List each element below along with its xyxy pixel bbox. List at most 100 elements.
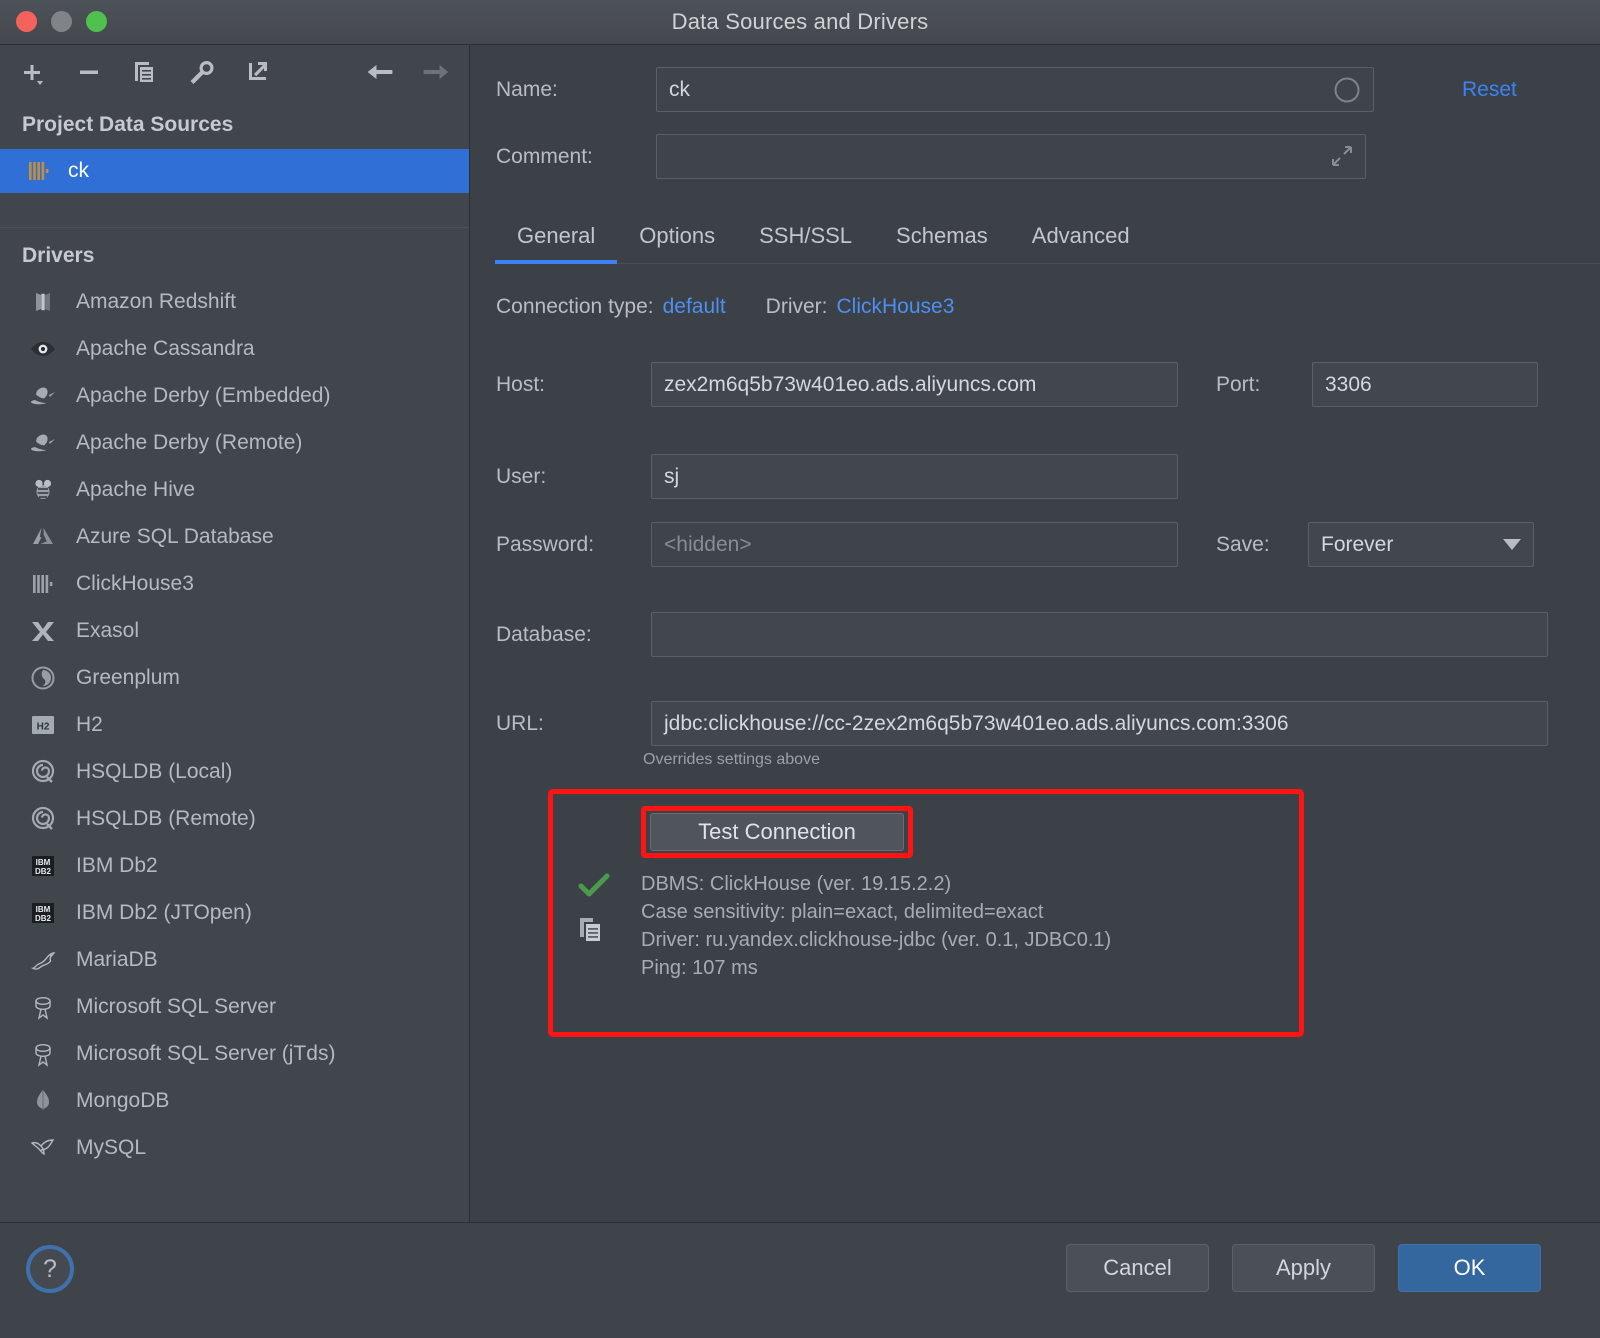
tab-general[interactable]: General xyxy=(495,213,618,264)
driver-list-item-label: Exasol xyxy=(76,618,140,642)
greenplum-icon xyxy=(26,664,60,692)
zoom-window-button[interactable] xyxy=(86,11,107,32)
tab-bar: General Options SSH/SSL Schemas Advanced xyxy=(495,213,1600,264)
mysql-dolphin-icon xyxy=(26,1134,60,1162)
driver-list-item[interactable]: Apache Derby (Remote) xyxy=(0,419,469,466)
ok-button[interactable]: OK xyxy=(1398,1244,1541,1292)
url-hint: Overrides settings above xyxy=(643,751,820,768)
driver-list-item-label: Apache Derby (Remote) xyxy=(76,430,303,454)
driver-list-item-label: MariaDB xyxy=(76,947,158,971)
cassandra-eye-icon xyxy=(26,335,60,363)
driver-list-item-label: Azure SQL Database xyxy=(76,524,274,548)
sidebar-item-ck[interactable]: ck xyxy=(0,149,469,193)
reset-link[interactable]: Reset xyxy=(1462,78,1517,102)
port-input[interactable]: 3306 xyxy=(1312,362,1538,407)
driver-list-item[interactable]: MariaDB xyxy=(0,936,469,983)
user-input[interactable]: sj xyxy=(651,454,1178,499)
driver-list-item[interactable]: Apache Derby (Embedded) xyxy=(0,372,469,419)
exasol-x-icon xyxy=(26,617,60,645)
test-connection-result: DBMS: ClickHouse (ver. 19.15.2.2) Case s… xyxy=(641,870,1111,982)
back-arrow-icon[interactable] xyxy=(365,57,395,87)
h2-icon: H2 xyxy=(26,711,60,739)
driver-list-item[interactable]: Apache Cassandra xyxy=(0,325,469,372)
tab-advanced[interactable]: Advanced xyxy=(1010,213,1152,263)
driver-list-item-label: Apache Cassandra xyxy=(76,336,255,360)
driver-list-item[interactable]: Apache Hive xyxy=(0,466,469,513)
port-label: Port: xyxy=(1216,372,1261,396)
driver-list-item-label: ClickHouse3 xyxy=(76,571,194,595)
help-button[interactable]: ? xyxy=(26,1245,74,1293)
password-label: Password: xyxy=(496,532,595,556)
sidebar-item-label: ck xyxy=(68,159,89,182)
tab-schemas[interactable]: Schemas xyxy=(874,213,1010,263)
save-select-value: Forever xyxy=(1321,532,1394,556)
host-label: Host: xyxy=(496,372,546,396)
host-input[interactable]: zex2m6q5b73w401eo.ads.aliyuncs.com xyxy=(651,362,1178,407)
cancel-button[interactable]: Cancel xyxy=(1066,1244,1209,1292)
add-icon[interactable] xyxy=(18,57,48,87)
driver-list-item-label: HSQLDB (Local) xyxy=(76,759,233,783)
url-input[interactable]: jdbc:clickhouse://cc-2zex2m6q5b73w401eo.… xyxy=(651,701,1548,746)
comment-input[interactable] xyxy=(656,134,1366,179)
driver-list-item[interactable]: MySQL xyxy=(0,1124,469,1171)
host-input-value: zex2m6q5b73w401eo.ads.aliyuncs.com xyxy=(664,372,1037,396)
apply-button[interactable]: Apply xyxy=(1232,1244,1375,1292)
tab-ssh-ssl[interactable]: SSH/SSL xyxy=(737,213,874,263)
result-line-dbms: DBMS: ClickHouse (ver. 19.15.2.2) xyxy=(641,873,952,895)
driver-value[interactable]: ClickHouse3 xyxy=(837,295,955,319)
password-input[interactable]: <hidden> xyxy=(651,522,1178,567)
tab-options[interactable]: Options xyxy=(617,213,737,263)
driver-list-item[interactable]: Exasol xyxy=(0,607,469,654)
driver-list-item[interactable]: HSQLDB (Remote) xyxy=(0,795,469,842)
content-pane: Name: ck Reset Comment: General Options … xyxy=(471,45,1600,1222)
svg-text:DB2: DB2 xyxy=(35,914,52,923)
forward-arrow-icon[interactable] xyxy=(421,57,451,87)
name-label: Name: xyxy=(496,77,558,101)
test-connection-status-icons xyxy=(578,872,618,946)
driver-list-item[interactable]: ClickHouse3 xyxy=(0,560,469,607)
driver-list-item[interactable]: Greenplum xyxy=(0,654,469,701)
window-titlebar: Data Sources and Drivers xyxy=(0,0,1600,45)
minimize-window-button[interactable] xyxy=(51,11,72,32)
driver-list-item[interactable]: Azure SQL Database xyxy=(0,513,469,560)
import-icon[interactable] xyxy=(242,57,272,87)
driver-list-item[interactable]: HSQLDB (Local) xyxy=(0,748,469,795)
copy-result-icon[interactable] xyxy=(578,916,618,946)
expand-icon[interactable] xyxy=(1329,143,1355,169)
url-label: URL: xyxy=(496,711,544,735)
wrench-icon[interactable] xyxy=(186,57,216,87)
driver-list-item[interactable]: IBM DB2 IBM Db2 xyxy=(0,842,469,889)
copy-icon[interactable] xyxy=(130,57,160,87)
save-select[interactable]: Forever xyxy=(1308,522,1534,567)
chevron-down-icon xyxy=(1503,539,1521,551)
hive-bee-icon xyxy=(26,476,60,504)
green-check-icon xyxy=(578,872,618,900)
color-swatch-icon[interactable] xyxy=(1333,76,1361,104)
test-connection-button[interactable]: Test Connection xyxy=(650,813,904,851)
svg-text:IBM: IBM xyxy=(36,858,51,867)
svg-text:IBM: IBM xyxy=(36,905,51,914)
driver-list-item-label: Greenplum xyxy=(76,665,180,689)
connection-type-value[interactable]: default xyxy=(663,295,726,319)
driver-list-item-label: Microsoft SQL Server xyxy=(76,994,276,1018)
driver-list-item-label: Microsoft SQL Server (jTds) xyxy=(76,1041,336,1065)
derby-hat-icon xyxy=(26,429,60,457)
result-line-ping: Ping: 107 ms xyxy=(641,957,758,979)
driver-list-item[interactable]: Microsoft SQL Server xyxy=(0,983,469,1030)
result-line-driver: Driver: ru.yandex.clickhouse-jdbc (ver. … xyxy=(641,929,1112,951)
ibm-db2-icon: IBM DB2 xyxy=(26,852,60,880)
driver-list-item[interactable]: H2 H2 xyxy=(0,701,469,748)
driver-label: Driver: xyxy=(765,295,828,318)
remove-icon[interactable] xyxy=(74,57,104,87)
driver-list-item[interactable]: IBM DB2 IBM Db2 (JTOpen) xyxy=(0,889,469,936)
database-input[interactable] xyxy=(651,612,1548,657)
close-window-button[interactable] xyxy=(16,11,37,32)
driver-list-item-label: HSQLDB (Remote) xyxy=(76,806,256,830)
driver-list-item[interactable]: MongoDB xyxy=(0,1077,469,1124)
name-input[interactable]: ck xyxy=(656,67,1374,112)
driver-list-item[interactable]: Microsoft SQL Server (jTds) xyxy=(0,1030,469,1077)
password-placeholder: <hidden> xyxy=(664,532,752,556)
hsqldb-icon xyxy=(26,758,60,786)
driver-list-item[interactable]: Amazon Redshift xyxy=(0,278,469,325)
mssql-icon xyxy=(26,993,60,1021)
